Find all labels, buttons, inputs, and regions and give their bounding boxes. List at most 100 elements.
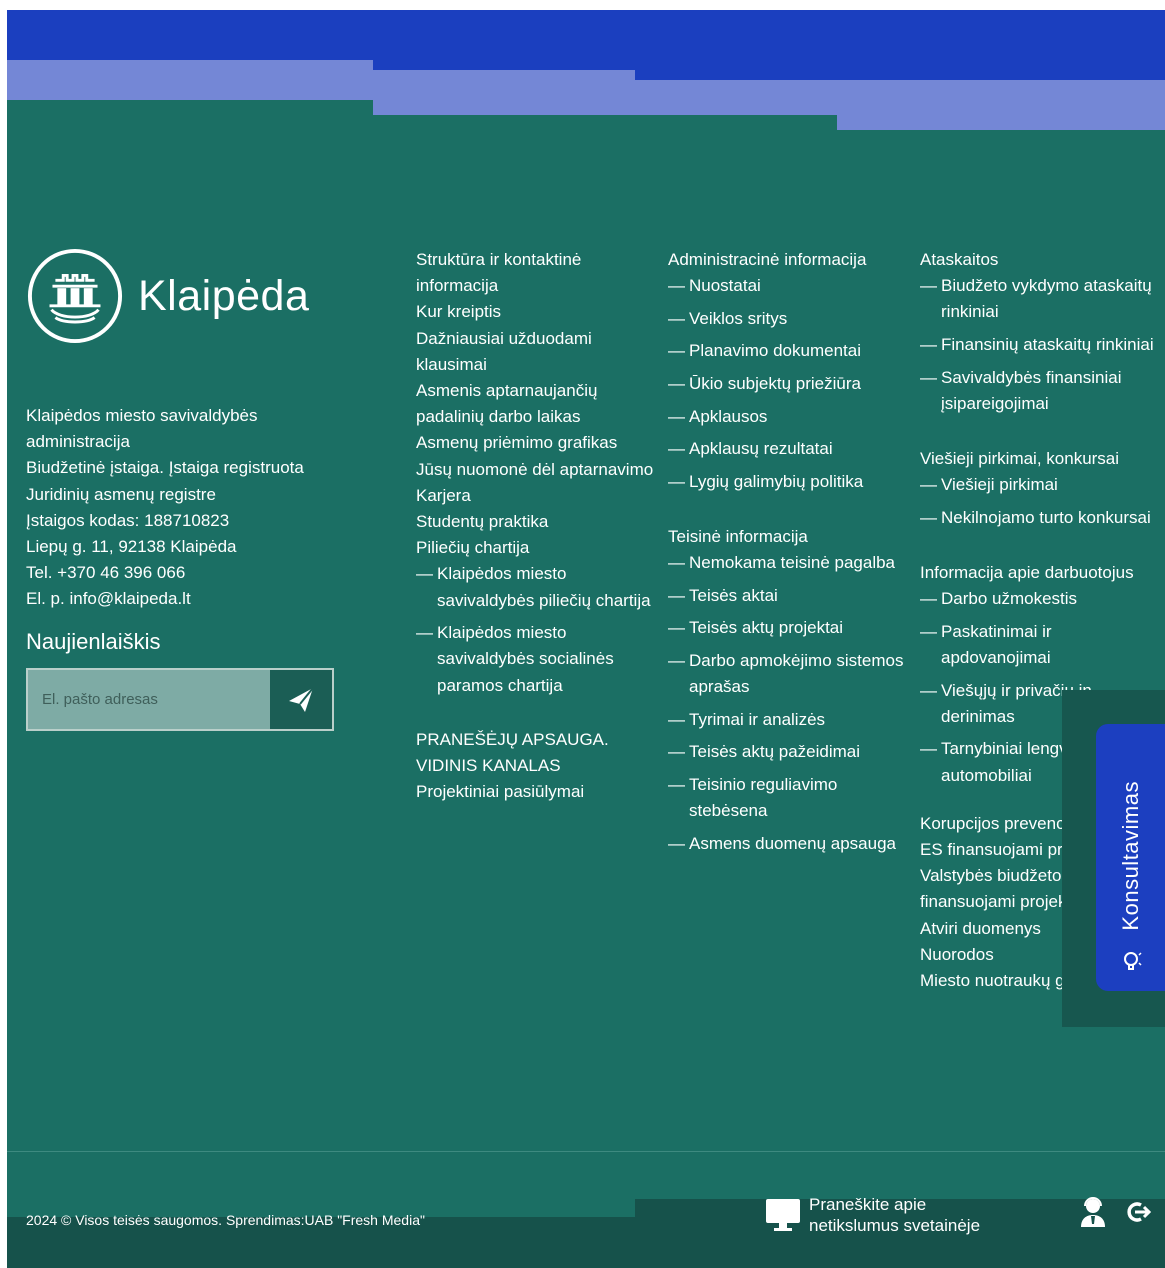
- org-phone-link[interactable]: Tel. +370 46 396 066: [26, 560, 356, 586]
- footer-group-title[interactable]: Viešieji pirkimai, konkursai: [920, 446, 1160, 472]
- footer-link[interactable]: Asmenų priėmimo grafikas: [416, 430, 656, 456]
- dash-marker: —: [668, 774, 685, 794]
- footer-sublink[interactable]: Asmens duomenų apsauga: [689, 831, 896, 857]
- footer-sublink[interactable]: Nuostatai: [689, 273, 761, 299]
- dash-marker: —: [416, 623, 433, 643]
- dash-marker: —: [416, 564, 433, 584]
- dash-marker: —: [668, 833, 685, 853]
- newsletter-form: [26, 668, 334, 731]
- footer-group-title[interactable]: Teisinė informacija: [668, 524, 908, 550]
- logo-wordmark: Klaipėda: [138, 271, 310, 320]
- footer-sublink[interactable]: Teisinio reguliavimo stebėsena: [689, 772, 908, 824]
- dash-marker: —: [920, 589, 937, 609]
- dash-marker: —: [668, 742, 685, 762]
- dash-marker: —: [920, 621, 937, 641]
- city-emblem-icon: [27, 248, 123, 344]
- footer-sublink[interactable]: Darbo užmokestis: [941, 586, 1077, 612]
- monitor-icon: [766, 1199, 800, 1231]
- footer-sublink[interactable]: Ūkio subjektų priežiūra: [689, 371, 861, 397]
- org-code: Įstaigos kodas: 188710823: [26, 510, 230, 530]
- accessibility-button[interactable]: [1077, 1196, 1109, 1233]
- top-band-green: [7, 100, 263, 140]
- footer-link[interactable]: Kur kreiptis: [416, 299, 656, 325]
- footer-sublink[interactable]: Nekilnojamo turto konkursai: [941, 505, 1151, 531]
- footer-group-title[interactable]: Ataskaitos: [920, 247, 1160, 273]
- footer-sublink[interactable]: Klaipėdos miesto savivaldybės socialinės…: [437, 620, 656, 699]
- footer-link[interactable]: Jūsų nuomonė dėl aptarnavimo: [416, 457, 656, 483]
- dash-marker: —: [920, 680, 937, 700]
- send-plane-icon: [289, 686, 314, 712]
- footer-group-title[interactable]: Administracinė informacija: [668, 247, 908, 273]
- dash-marker: —: [920, 335, 937, 354]
- organization-info: Klaipėdos miesto savivaldybės administra…: [26, 403, 356, 613]
- footer-group-title[interactable]: Informacija apie darbuotojus: [920, 560, 1160, 586]
- dash-marker: —: [668, 553, 685, 573]
- dash-marker: —: [668, 406, 685, 426]
- dash-marker: —: [668, 276, 685, 296]
- footer-sublink[interactable]: Biudžeto vykdymo ataskaitų rinkiniai: [941, 273, 1160, 325]
- dash-marker: —: [668, 308, 685, 328]
- top-band-light: [373, 70, 635, 115]
- top-band-green: [263, 115, 837, 145]
- footer-link[interactable]: Dažniausiai užduodami klausimai: [416, 326, 656, 378]
- footer-section: Klaipėda Klaipėdos miesto savivaldybės a…: [7, 10, 1165, 1268]
- footer-link[interactable]: PRANEŠĖJŲ APSAUGA. VIDINIS KANALAS: [416, 727, 656, 779]
- org-email-link[interactable]: El. p. info@klaipeda.lt: [26, 586, 356, 612]
- dash-marker: —: [668, 439, 685, 459]
- footer-sublink[interactable]: Tyrimai ir analizės: [689, 707, 825, 733]
- footer-sublink[interactable]: Teisės aktų pažeidimai: [689, 739, 860, 765]
- login-button[interactable]: [1125, 1199, 1152, 1230]
- report-line-1: Praneškite apie: [809, 1195, 927, 1214]
- footer-sublink[interactable]: Apklausos: [689, 404, 767, 430]
- footer-sublink[interactable]: Savivaldybės finansiniai įsipareigojimai: [941, 365, 1160, 417]
- footer-sublink[interactable]: Veiklos sritys: [689, 306, 787, 332]
- footer-sublink[interactable]: Planavimo dokumentai: [689, 338, 861, 364]
- newsletter-submit-button[interactable]: [270, 670, 332, 729]
- org-registration: Biudžetinė įstaiga. Įstaiga registruota …: [26, 458, 304, 504]
- footer-link[interactable]: Asmenis aptarnaujančių padalinių darbo l…: [416, 378, 656, 430]
- dash-marker: —: [668, 650, 685, 670]
- report-inaccuracy-link[interactable]: Praneškite apie netikslumus svetainėje: [765, 1194, 980, 1236]
- top-band-light: [7, 60, 373, 100]
- dash-marker: —: [668, 341, 685, 361]
- person-support-icon: [1081, 1197, 1105, 1227]
- login-icon: [1127, 1202, 1152, 1222]
- klaipeda-logo[interactable]: Klaipėda: [26, 247, 309, 345]
- footer-divider: [7, 1151, 1165, 1152]
- dash-marker: —: [920, 276, 937, 296]
- dash-marker: —: [668, 618, 685, 638]
- footer-sublink[interactable]: Viešieji pirkimai: [941, 472, 1058, 498]
- footer-sublink[interactable]: Teisės aktai: [689, 583, 778, 609]
- footer-link[interactable]: Struktūra ir kontaktinė informacija: [416, 247, 656, 299]
- org-name: Klaipėdos miesto savivaldybės administra…: [26, 406, 258, 452]
- report-inaccuracy-label: Praneškite apie netikslumus svetainėje: [809, 1194, 980, 1236]
- dash-marker: —: [920, 739, 937, 759]
- consultation-tab-button[interactable]: Konsultavimas: [1096, 724, 1165, 991]
- lightbulb-icon: [1123, 952, 1142, 970]
- footer-sublink[interactable]: Darbo apmokėjimo sistemos aprašas: [689, 648, 908, 700]
- footer-sublink[interactable]: Klaipėdos miesto savivaldybės piliečių c…: [437, 561, 656, 613]
- footer-sublink[interactable]: Nemokama teisinė pagalba: [689, 550, 895, 576]
- copyright-text: 2024 © Visos teisės saugomos. Sprendimas…: [26, 1212, 425, 1228]
- report-line-2: netikslumus svetainėje: [809, 1216, 981, 1235]
- footer-column-3: Administracinė informacija — Nuostatai — V…: [668, 247, 908, 857]
- footer-link[interactable]: Piliečių chartija: [416, 535, 656, 561]
- consultation-tab-label: Konsultavimas: [1117, 781, 1143, 931]
- dash-marker: —: [668, 709, 685, 729]
- dash-marker: —: [668, 585, 685, 605]
- org-address: Liepų g. 11, 92138 Klaipėda: [26, 537, 237, 557]
- footer-link[interactable]: Projektiniai pasiūlymai: [416, 779, 656, 805]
- footer-sublink[interactable]: Paskatinimai ir apdovanojimai: [941, 619, 1160, 671]
- footer-sublink[interactable]: Apklausų rezultatai: [689, 436, 833, 462]
- footer-column-2: Struktūra ir kontaktinė informacija Kur …: [416, 247, 656, 805]
- footer-link[interactable]: Studentų praktika: [416, 509, 656, 535]
- dash-marker: —: [668, 373, 685, 393]
- footer-link[interactable]: Karjera: [416, 483, 656, 509]
- dash-marker: —: [920, 475, 937, 495]
- dash-marker: —: [920, 367, 937, 387]
- footer-sublink[interactable]: Lygių galimybių politika: [689, 469, 863, 495]
- footer-sublink[interactable]: Finansinių ataskaitų rinkiniai: [941, 332, 1154, 358]
- newsletter-title: Naujienlaiškis: [26, 629, 161, 654]
- newsletter-email-input[interactable]: [28, 670, 270, 729]
- footer-sublink[interactable]: Teisės aktų projektai: [689, 615, 843, 641]
